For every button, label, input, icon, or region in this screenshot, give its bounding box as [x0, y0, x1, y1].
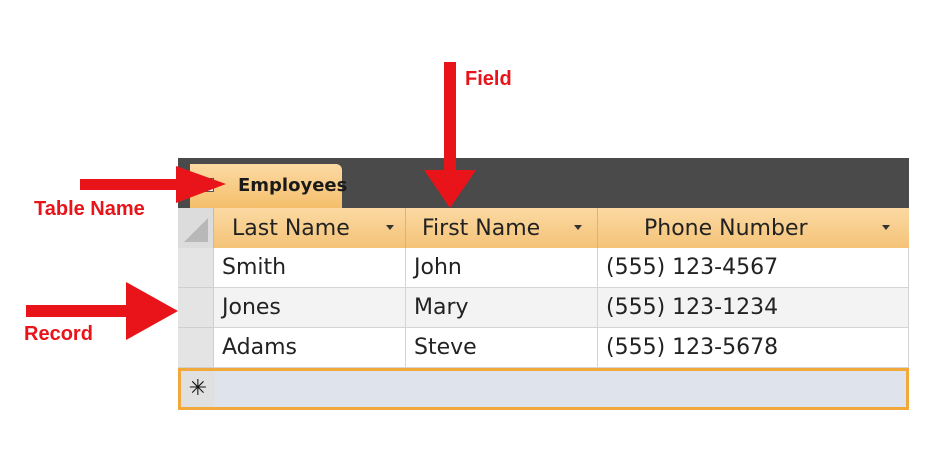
- chevron-down-icon[interactable]: [574, 225, 582, 230]
- table-name-annotation: Table Name: [34, 198, 145, 220]
- cell-first-name[interactable]: Steve: [406, 328, 598, 368]
- column-header-last-name[interactable]: Last Name: [214, 208, 406, 248]
- cell-phone-number[interactable]: (555) 123-1234: [598, 288, 909, 328]
- cell-phone-number[interactable]: (555) 123-4567: [598, 248, 909, 288]
- field-annotation: Field: [465, 68, 512, 90]
- table-row[interactable]: Jones Mary (555) 123-1234: [178, 288, 909, 328]
- cell-phone-number[interactable]: (555) 123-5678: [598, 328, 909, 368]
- column-header-first-name[interactable]: First Name: [406, 208, 598, 248]
- record-selector[interactable]: [178, 328, 214, 368]
- column-header-phone-number[interactable]: Phone Number: [598, 208, 909, 248]
- column-header-label: Last Name: [232, 216, 350, 241]
- table-tab-employees[interactable]: Employees: [190, 164, 347, 208]
- record-annotation: Record: [24, 323, 93, 345]
- new-record-icon: ✳: [181, 371, 215, 407]
- cell-first-name[interactable]: John: [406, 248, 598, 288]
- column-header-label: Phone Number: [644, 216, 808, 241]
- cell-first-name[interactable]: Mary: [406, 288, 598, 328]
- table-name-arrow-icon: [80, 179, 180, 190]
- column-header-label: First Name: [422, 216, 541, 241]
- table-tab-label: Employees: [238, 175, 348, 196]
- table-icon: [200, 178, 214, 192]
- chevron-down-icon[interactable]: [386, 225, 394, 230]
- record-arrow-icon: [26, 305, 130, 317]
- new-record-row[interactable]: ✳: [178, 368, 909, 410]
- table-row[interactable]: Smith John (555) 123-4567: [178, 248, 909, 288]
- cell-last-name[interactable]: Smith: [214, 248, 406, 288]
- record-arrowhead-icon: [126, 282, 178, 340]
- record-selector[interactable]: [178, 288, 214, 328]
- record-selector[interactable]: [178, 248, 214, 288]
- table-row[interactable]: Adams Steve (555) 123-5678: [178, 328, 909, 368]
- cell-last-name[interactable]: Jones: [214, 288, 406, 328]
- select-all-corner[interactable]: [178, 208, 214, 248]
- chevron-down-icon[interactable]: [882, 225, 890, 230]
- cell-last-name[interactable]: Adams: [214, 328, 406, 368]
